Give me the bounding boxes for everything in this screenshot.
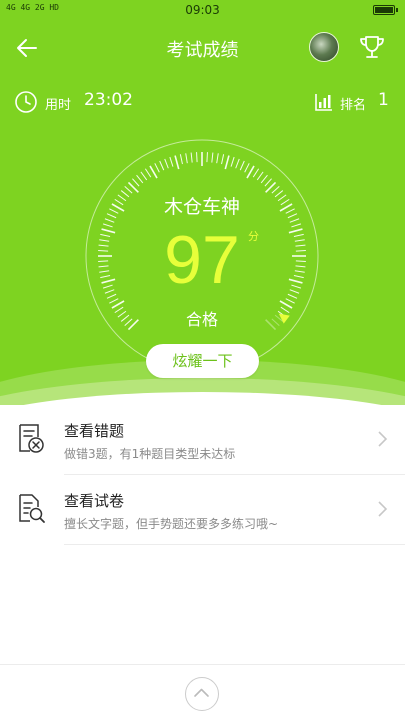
gauge-tick <box>256 171 264 181</box>
score-unit: 分 <box>248 230 259 243</box>
gauge-tick <box>230 156 235 167</box>
gauge-tick <box>224 155 230 170</box>
gauge-tick <box>206 152 208 163</box>
rank-value: 1 <box>378 90 389 110</box>
review-paper-icon <box>16 493 46 525</box>
gauge-tick <box>132 178 140 187</box>
gauge-tick <box>246 165 255 179</box>
gauge-tick <box>252 168 260 178</box>
chevron-right-icon <box>377 500 389 518</box>
score-value: 97 <box>164 222 240 298</box>
time-used-label: 用时 <box>45 98 72 113</box>
score-gauge: 木仓车神 97 分 合格 <box>82 136 322 376</box>
gauge-tick <box>185 153 188 164</box>
gauge-tick <box>179 154 183 165</box>
gauge-tick <box>235 158 240 169</box>
status-time: 09:03 <box>185 3 220 17</box>
avatar[interactable] <box>309 32 339 62</box>
clock-icon <box>14 90 38 114</box>
gauge-tick <box>144 168 152 178</box>
gauge-tick <box>190 152 193 163</box>
gauge-tick <box>221 154 225 165</box>
list-item-subtitle: 擅长文字题，但手势题还要多多练习哦~ <box>64 517 279 531</box>
share-button[interactable]: 炫耀一下 <box>146 344 259 378</box>
gauge-tick <box>154 163 160 173</box>
top-bar: 考试成绩 <box>0 28 405 68</box>
wrong-answers-icon <box>16 423 46 455</box>
pass-grade: 合格 <box>185 310 218 329</box>
gauge-tick <box>159 160 165 171</box>
divider <box>64 544 405 545</box>
list-item-subtitle: 做错3题，有1种题目类型未达标 <box>64 447 236 461</box>
scroll-up-button[interactable] <box>185 677 219 711</box>
trophy-icon[interactable] <box>357 32 387 62</box>
gauge-tick <box>196 152 198 163</box>
bottom-bar <box>0 664 405 720</box>
gauge-tick <box>244 163 250 173</box>
gauge-tick <box>211 152 214 163</box>
gauge-tick <box>136 174 144 184</box>
chevron-right-icon <box>377 430 389 448</box>
gauge-tick <box>174 155 180 170</box>
page-title: 考试成绩 <box>166 40 239 61</box>
list-item-title: 查看试卷 <box>64 492 125 510</box>
result-actions-list: 查看错题 做错3题，有1种题目类型未达标 查看试卷 擅长文字题，但手势题还要多多… <box>0 405 405 545</box>
user-title: 木仓车神 <box>163 196 240 218</box>
gauge-tick <box>169 156 174 167</box>
gauge-tick <box>164 158 169 169</box>
battery-icon <box>373 5 398 15</box>
time-used-value: 23:02 <box>84 90 133 110</box>
gauge-tick <box>216 153 219 164</box>
result-meta-row: 用时 23:02 排名 1 <box>0 88 405 116</box>
gauge-tick <box>260 174 268 184</box>
chevron-up-icon <box>194 688 209 697</box>
gauge-tick <box>140 171 148 181</box>
gauge-tick <box>239 160 245 171</box>
bar-chart-icon <box>314 92 334 112</box>
gauge-tick <box>264 178 272 187</box>
list-item-wrong-answers[interactable]: 查看错题 做错3题，有1种题目类型未达标 <box>0 405 405 475</box>
status-bar: 4G 4G 2G HD 09:03 <box>0 0 405 20</box>
list-item-review-paper[interactable]: 查看试卷 擅长文字题，但手势题还要多多练习哦~ <box>0 475 405 545</box>
rank-label: 排名 <box>340 98 367 113</box>
gauge-tick <box>149 165 158 179</box>
list-item-title: 查看错题 <box>64 422 125 440</box>
